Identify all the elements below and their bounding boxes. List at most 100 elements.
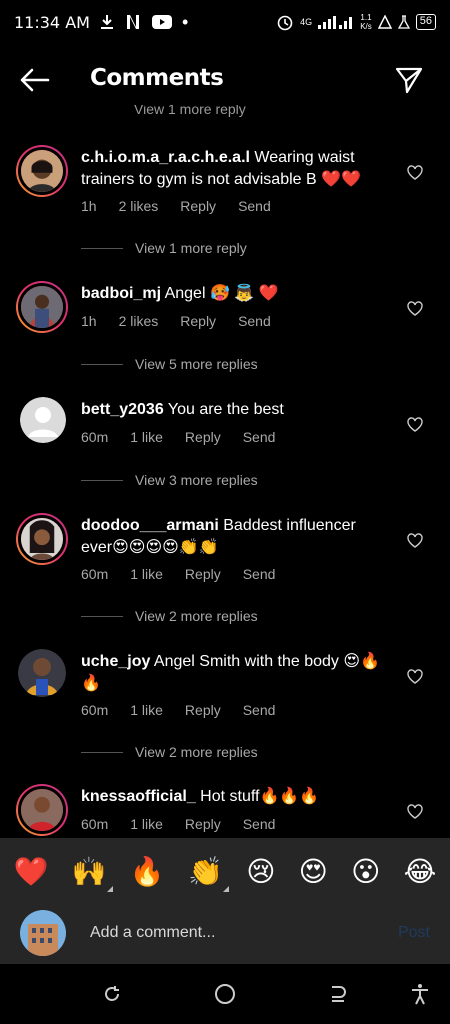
divider-line (81, 247, 123, 249)
data-speed: 1.1 K/s (360, 13, 372, 31)
post-button[interactable]: Post (398, 924, 430, 942)
comment-meta: 60m 1 like Reply Send (81, 429, 297, 445)
emoji-crying-button[interactable]: 😢 (246, 858, 275, 886)
emoji-surprised-button[interactable]: 😮 (351, 858, 380, 886)
view-replies-label: View 2 more replies (135, 744, 258, 760)
accessibility-icon[interactable] (408, 982, 432, 1006)
view-replies-link[interactable]: View 1 more reply (81, 240, 247, 256)
avatar[interactable] (20, 397, 66, 443)
heart-icon[interactable] (406, 300, 424, 316)
reply-button[interactable]: Reply (185, 566, 221, 582)
comment-username[interactable]: bett_y2036 (81, 401, 164, 418)
send-button[interactable]: Send (243, 816, 276, 832)
comment-username[interactable]: c.h.i.o.m.a_r.a.c.h.e.a.l (81, 149, 250, 166)
data-speed-unit: K/s (360, 22, 372, 31)
emoji-clap-glyph: 👏 (188, 856, 223, 887)
view-replies-label: View 1 more reply (135, 240, 247, 256)
reply-button[interactable]: Reply (185, 816, 221, 832)
dot-icon: • (181, 11, 189, 32)
send-button[interactable]: Send (243, 566, 276, 582)
paper-plane-icon (395, 67, 423, 94)
quick-emoji-bar: ❤️ 🙌 🔥 👏 😢 😍 😮 😂 (0, 838, 450, 906)
back-button[interactable] (18, 65, 52, 95)
comment-likes[interactable]: 1 like (130, 566, 163, 582)
comment-text: knessaofficial_ Hot stuff🔥🔥🔥 (81, 786, 391, 808)
warning-icon (377, 15, 392, 29)
data-speed-value: 1.1 (360, 13, 372, 22)
view-replies-label: View 5 more replies (135, 356, 258, 372)
comment-meta: 1h 2 likes Reply Send (81, 198, 293, 214)
comment-likes[interactable]: 2 likes (119, 313, 159, 329)
comment-time: 1h (81, 313, 97, 329)
back-icon[interactable] (326, 982, 350, 1006)
emoji-raised-hands-glyph: 🙌 (71, 856, 107, 887)
send-button[interactable]: Send (238, 313, 271, 329)
recents-icon[interactable] (100, 982, 124, 1006)
status-time: 11:34 AM (14, 12, 90, 32)
comment-likes[interactable]: 1 like (130, 702, 163, 718)
comment-username[interactable]: knessaofficial_ (81, 788, 196, 805)
avatar[interactable] (16, 784, 68, 836)
comment-username[interactable]: uche_joy (81, 653, 150, 670)
emoji-fire-button[interactable]: 🔥 (130, 858, 165, 886)
share-button[interactable] (394, 65, 424, 95)
network-type: 4G (300, 17, 313, 27)
heart-icon[interactable] (406, 803, 424, 819)
system-nav-bar (0, 964, 450, 1024)
emoji-clap-button[interactable]: 👏 (188, 856, 229, 892)
comment-text: badboi_mj Angel 🥵 👼 ❤️ (81, 283, 391, 305)
emoji-heart-button[interactable]: ❤️ (14, 858, 49, 886)
send-button[interactable]: Send (243, 429, 276, 445)
view-replies-link[interactable]: View 5 more replies (81, 356, 258, 372)
heart-icon[interactable] (406, 532, 424, 548)
comments-list[interactable]: View 1 more reply c.h.i.o.m.a_r.a.c.h.e.… (0, 105, 450, 837)
avatar[interactable] (18, 649, 66, 697)
heart-icon[interactable] (406, 668, 424, 684)
comment-likes[interactable]: 1 like (130, 429, 163, 445)
comment-input[interactable]: Add a comment... (90, 924, 380, 942)
emoji-laughing-button[interactable]: 😂 (404, 858, 437, 886)
divider-line (81, 363, 123, 365)
home-icon[interactable] (213, 982, 237, 1006)
comment-meta: 60m 1 like Reply Send (81, 816, 297, 832)
send-button[interactable]: Send (238, 198, 271, 214)
avatar[interactable] (16, 281, 68, 333)
view-replies-link-partial[interactable]: View 1 more reply (134, 105, 246, 119)
reply-button[interactable]: Reply (180, 198, 216, 214)
divider-line (81, 479, 123, 481)
avatar[interactable] (16, 145, 68, 197)
comment-likes[interactable]: 1 like (130, 816, 163, 832)
signal-icon (318, 16, 353, 29)
netflix-icon (126, 15, 139, 29)
emoji-raised-hands-button[interactable]: 🙌 (71, 856, 113, 892)
comment-content: Angel 🥵 👼 ❤️ (161, 285, 279, 302)
comment-text: uche_joy Angel Smith with the body 😍🔥🔥 (81, 651, 391, 695)
view-replies-link[interactable]: View 2 more replies (81, 608, 258, 624)
download-icon (100, 15, 113, 29)
heart-icon[interactable] (406, 416, 424, 432)
header: Comments (0, 55, 450, 105)
comment-content: You are the best (163, 401, 284, 418)
comment-likes[interactable]: 2 likes (119, 198, 159, 214)
youtube-icon (151, 15, 172, 29)
comment-username[interactable]: doodoo___armani (81, 517, 219, 534)
view-replies-link[interactable]: View 3 more replies (81, 472, 258, 488)
view-replies-link[interactable]: View 2 more replies (81, 744, 258, 760)
divider-line (81, 615, 123, 617)
comment-meta: 1h 2 likes Reply Send (81, 313, 293, 329)
alarm-icon (277, 15, 293, 31)
divider-line (81, 751, 123, 753)
comment-meta: 60m 1 like Reply Send (81, 566, 297, 582)
reply-button[interactable]: Reply (185, 429, 221, 445)
emoji-heart-eyes-button[interactable]: 😍 (299, 858, 328, 886)
send-button[interactable]: Send (243, 702, 276, 718)
heart-icon[interactable] (406, 164, 424, 180)
status-bar: 11:34 AM • 4G 1.1 K/s 56 (0, 0, 450, 44)
comment-username[interactable]: badboi_mj (81, 285, 161, 302)
reply-button[interactable]: Reply (180, 313, 216, 329)
reply-button[interactable]: Reply (185, 702, 221, 718)
comment-time: 1h (81, 198, 97, 214)
avatar[interactable] (16, 513, 68, 565)
comment-meta: 60m 1 like Reply Send (81, 702, 297, 718)
page-title: Comments (90, 65, 224, 91)
